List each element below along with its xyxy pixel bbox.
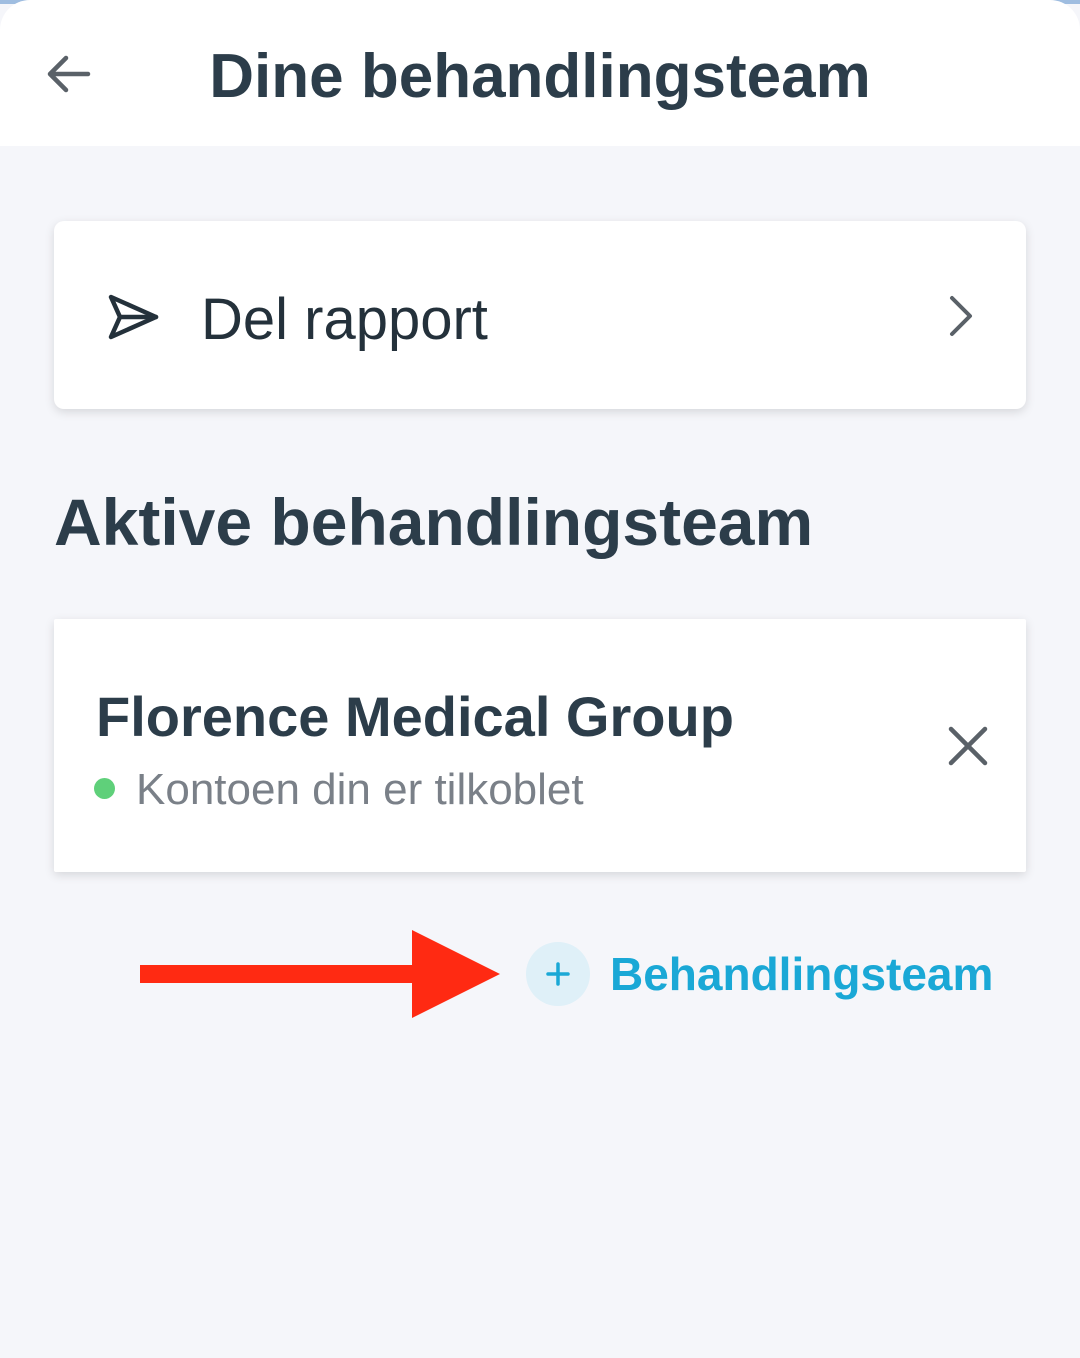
add-team-button[interactable]: Behandlingsteam — [526, 942, 996, 1006]
red-arrow-right-icon — [140, 930, 500, 1018]
close-icon — [948, 726, 988, 766]
add-circle — [526, 942, 590, 1006]
status-indicator-dot — [94, 778, 115, 799]
add-team-label: Behandlingsteam — [610, 948, 994, 1000]
app-header: Dine behandlingsteam — [0, 0, 1080, 146]
remove-team-button[interactable] — [938, 716, 998, 776]
chevron-right-icon — [950, 296, 972, 336]
share-report-button[interactable] — [54, 221, 1026, 409]
team-status-text: Kontoen din er tilkoblet — [136, 765, 584, 814]
plus-icon — [546, 962, 570, 986]
paper-plane-icon — [108, 294, 159, 340]
team-name: Florence Medical Group — [96, 685, 734, 748]
share-report-label: Del rapport — [201, 287, 488, 352]
section-title-active-teams: Aktive behandlingsteam — [54, 485, 814, 559]
page-title: Dine behandlingsteam — [209, 42, 871, 111]
